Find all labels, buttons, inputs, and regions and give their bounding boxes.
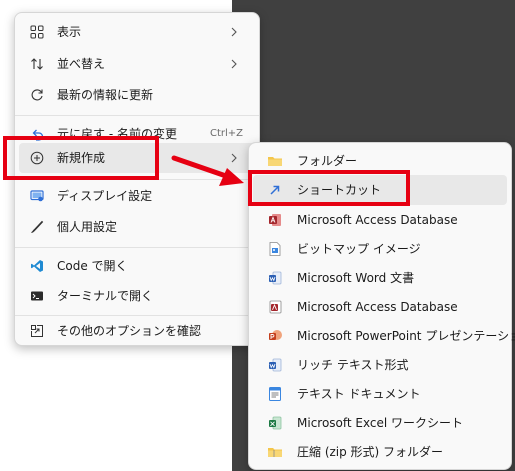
submenu-item-word-document[interactable]: Microsoft Word 文書 <box>253 263 507 293</box>
menu-item-view[interactable]: 表示 <box>19 17 255 47</box>
powerpoint-icon <box>267 328 283 344</box>
menu-item-label: ディスプレイ設定 <box>57 189 153 203</box>
submenu-item-label: 圧縮 (zip 形式) フォルダー <box>297 445 444 459</box>
menu-separator <box>15 115 259 116</box>
context-menu: 表示 並べ替え 最新の情報に更新 元に戻す - 名前の変更 Ctrl+Z 新規作… <box>14 12 260 346</box>
menu-item-refresh[interactable]: 最新の情報に更新 <box>19 80 255 110</box>
menu-item-open-with-code[interactable]: Code で開く <box>19 251 255 281</box>
text-document-icon <box>267 386 283 402</box>
menu-separator <box>15 179 259 180</box>
menu-item-label: 表示 <box>57 25 82 39</box>
menu-item-label: Code で開く <box>57 259 128 273</box>
chevron-right-icon <box>227 151 241 165</box>
submenu-item-powerpoint[interactable]: Microsoft PowerPoint プレゼンテーション <box>253 321 515 351</box>
vscode-icon <box>29 258 45 274</box>
submenu-item-label: ビットマップ イメージ <box>297 242 421 256</box>
rich-text-icon <box>267 357 283 373</box>
menu-item-display-settings[interactable]: ディスプレイ設定 <box>19 181 255 211</box>
submenu-item-label: テキスト ドキュメント <box>297 387 421 401</box>
display-settings-icon <box>29 188 45 204</box>
zip-folder-icon <box>267 444 283 460</box>
access-db-icon <box>267 299 283 315</box>
submenu-item-label: Microsoft Word 文書 <box>297 271 415 285</box>
menu-item-label: 並べ替え <box>57 57 106 71</box>
menu-item-label: 個人用設定 <box>57 220 118 234</box>
submenu-item-label: フォルダー <box>297 154 358 168</box>
submenu-item-label: Microsoft Access Database <box>297 213 458 227</box>
menu-separator <box>15 247 259 248</box>
submenu-item-excel-worksheet[interactable]: Microsoft Excel ワークシート <box>253 408 507 438</box>
word-document-icon <box>267 270 283 286</box>
terminal-icon <box>29 288 45 304</box>
shortcut-arrow-icon <box>267 182 283 198</box>
shortcut-hint: Ctrl+Z <box>209 128 243 139</box>
new-submenu: フォルダー ショートカット Microsoft Access Database … <box>248 142 515 470</box>
menu-item-open-terminal[interactable]: ターミナルで開く <box>19 281 255 311</box>
submenu-item-folder[interactable]: フォルダー <box>253 146 507 176</box>
submenu-item-label: リッチ テキスト形式 <box>297 358 409 372</box>
submenu-item-label: ショートカット <box>297 183 382 197</box>
menu-item-label: 新規作成 <box>57 151 106 165</box>
submenu-item-access-database-2[interactable]: Microsoft Access Database <box>253 292 507 322</box>
grid-view-icon <box>29 24 45 40</box>
undo-icon <box>29 126 45 142</box>
sort-icon <box>29 56 45 72</box>
submenu-item-rich-text[interactable]: リッチ テキスト形式 <box>253 350 507 380</box>
menu-item-label: 元に戻す - 名前の変更 <box>57 127 177 141</box>
menu-item-more-options[interactable]: その他のオプションを確認 <box>19 316 255 346</box>
folder-icon <box>267 153 283 169</box>
submenu-item-shortcut[interactable]: ショートカット <box>253 175 507 205</box>
submenu-item-access-database[interactable]: Microsoft Access Database <box>253 205 507 235</box>
menu-item-label: 最新の情報に更新 <box>57 88 154 102</box>
menu-item-label: ターミナルで開く <box>57 289 154 303</box>
personalize-brush-icon <box>29 219 45 235</box>
submenu-item-text-document[interactable]: テキスト ドキュメント <box>253 379 507 409</box>
menu-item-label: その他のオプションを確認 <box>57 324 202 338</box>
submenu-item-label: Microsoft PowerPoint プレゼンテーション <box>297 329 515 343</box>
submenu-item-bitmap-image[interactable]: ビットマップ イメージ <box>253 234 507 264</box>
chevron-right-icon <box>227 57 241 71</box>
submenu-item-label: Microsoft Excel ワークシート <box>297 416 464 430</box>
excel-icon <box>267 415 283 431</box>
menu-item-sort[interactable]: 並べ替え <box>19 49 255 79</box>
menu-item-personalize[interactable]: 個人用設定 <box>19 212 255 242</box>
submenu-item-zip-folder[interactable]: 圧縮 (zip 形式) フォルダー <box>253 437 507 467</box>
access-db-icon <box>267 212 283 228</box>
more-options-icon <box>29 323 45 339</box>
submenu-item-label: Microsoft Access Database <box>297 300 458 314</box>
new-plus-icon <box>29 150 45 166</box>
chevron-right-icon <box>227 25 241 39</box>
bitmap-image-icon <box>267 241 283 257</box>
menu-item-new[interactable]: 新規作成 <box>19 143 255 173</box>
refresh-icon <box>29 87 45 103</box>
